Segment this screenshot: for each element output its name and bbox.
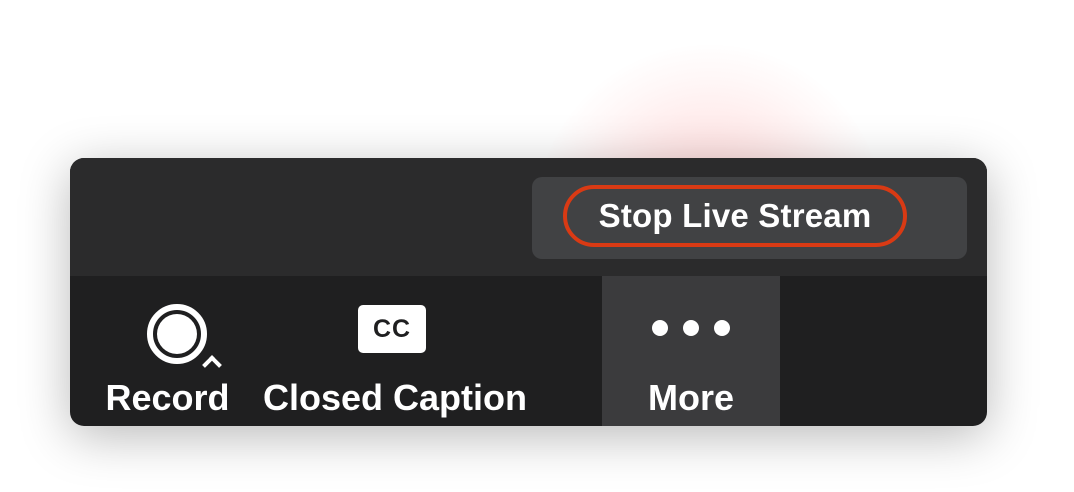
more-label: More bbox=[647, 377, 734, 418]
stop-live-stream-button[interactable]: Stop Live Stream bbox=[563, 185, 907, 247]
closed-caption-button[interactable]: CC Closed Caption bbox=[260, 276, 530, 426]
meeting-toolbar: Stop Live Stream Record CC Closed Captio… bbox=[70, 158, 987, 426]
more-button[interactable]: More bbox=[602, 276, 780, 426]
closed-caption-icon: CC bbox=[358, 305, 426, 353]
stop-live-stream-label: Stop Live Stream bbox=[598, 197, 872, 234]
record-button[interactable]: Record bbox=[95, 276, 240, 426]
record-label: Record bbox=[105, 377, 230, 418]
record-icon bbox=[147, 304, 207, 364]
livestream-status-bar: Stop Live Stream bbox=[70, 158, 987, 276]
chevron-up-icon[interactable] bbox=[202, 355, 222, 375]
closed-caption-label: Closed Caption bbox=[262, 377, 527, 418]
